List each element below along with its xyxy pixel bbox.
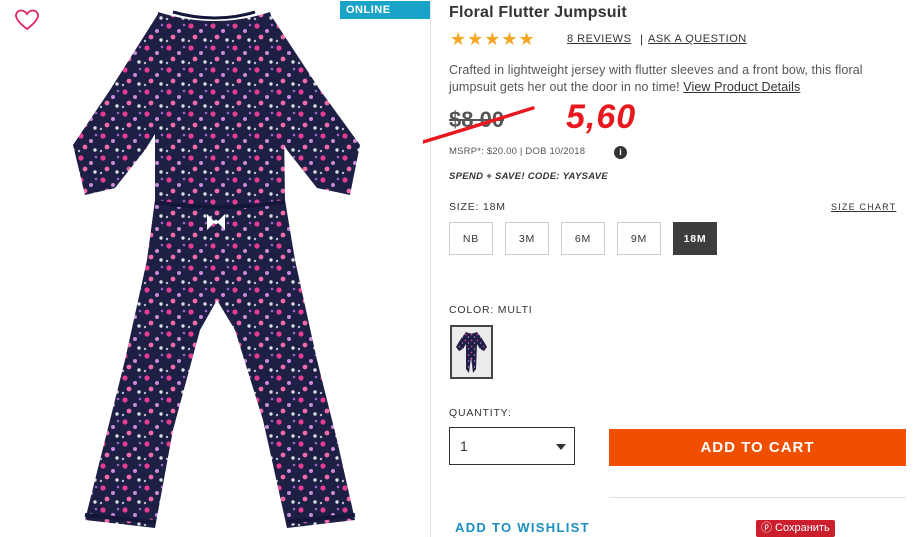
quantity-select[interactable]: 1 — [449, 427, 575, 465]
add-to-wishlist-link[interactable]: ADD TO WISHLIST — [455, 520, 590, 535]
product-image — [73, 10, 360, 528]
size-label: SIZE: 18M — [449, 201, 506, 213]
swatch-thumbnail — [456, 332, 487, 373]
red-strike-mark — [423, 106, 535, 144]
online-only-badge: ONLINE ONLY — [340, 1, 430, 34]
quantity-value: 1 — [460, 438, 468, 454]
color-label: COLOR: MULTI — [449, 304, 533, 316]
rating-stars[interactable]: ★★★★★ — [450, 29, 536, 50]
section-divider — [609, 497, 906, 498]
chevron-down-icon — [556, 444, 566, 450]
view-product-details-link[interactable]: View Product Details — [683, 80, 800, 94]
product-details: Floral Flutter Jumpsuit ★★★★★ 8 REVIEWS … — [423, 0, 909, 537]
description-text: Crafted in lightweight jersey with flutt… — [449, 63, 863, 94]
size-option-6m[interactable]: 6M — [561, 222, 605, 255]
sale-price: 5,60 — [566, 98, 637, 136]
link-separator: | — [640, 32, 644, 46]
product-title: Floral Flutter Jumpsuit — [449, 4, 627, 21]
pinterest-save-button[interactable]: ⓟ Сохранить — [756, 520, 835, 537]
heart-icon[interactable] — [14, 8, 40, 32]
quantity-label: QUANTITY: — [449, 407, 512, 419]
pane-divider — [430, 0, 431, 537]
size-chart-link[interactable]: SIZE CHART — [831, 202, 896, 212]
msrp-text: MSRP*: $20.00 | DOB 10/2018 — [449, 146, 586, 157]
size-option-18m[interactable]: 18M — [673, 222, 717, 255]
add-to-cart-button[interactable]: ADD TO CART — [609, 429, 906, 466]
size-option-9m[interactable]: 9M — [617, 222, 661, 255]
promo-code: SPEND + SAVE! CODE: YAYSAVE — [449, 171, 608, 182]
color-swatch[interactable] — [450, 325, 493, 379]
ask-question-link[interactable]: ASK A QUESTION — [648, 33, 747, 45]
reviews-link[interactable]: 8 REVIEWS — [567, 33, 631, 45]
size-option-nb[interactable]: NB — [449, 222, 493, 255]
product-description: Crafted in lightweight jersey with flutt… — [449, 62, 904, 96]
size-option-3m[interactable]: 3M — [505, 222, 549, 255]
product-image-pane: ONLINE ONLY — [0, 0, 430, 537]
info-icon[interactable]: i — [614, 146, 627, 159]
